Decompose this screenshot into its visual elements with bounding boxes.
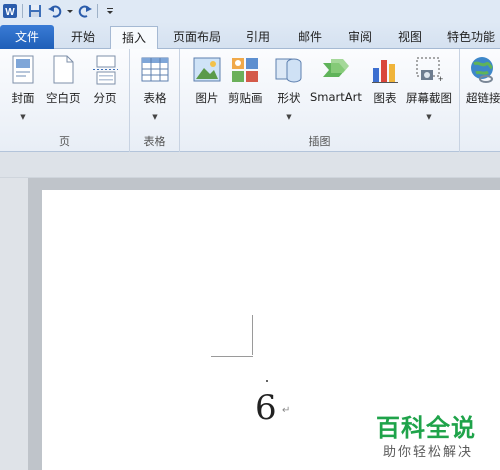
screenshot-label: 屏幕截图: [406, 91, 452, 105]
shapes-icon: [274, 55, 304, 85]
group-pages: 封面 ▼ 空白页 分页 页: [0, 49, 130, 152]
screenshot-button[interactable]: + 屏幕截图 ▼: [406, 55, 452, 121]
chart-label: 图表: [373, 91, 397, 105]
group-tables: 表格 ▼ 表格: [130, 49, 180, 152]
redo-icon[interactable]: [77, 3, 93, 19]
dropdown-arrow-icon: ▼: [152, 113, 158, 121]
clip-art-button[interactable]: 剪贴画: [228, 55, 263, 106]
smartart-icon: [321, 55, 351, 85]
tab-view[interactable]: 视图: [388, 26, 432, 49]
margin-corner-mark-vertical: [252, 315, 253, 355]
undo-icon[interactable]: [47, 3, 63, 19]
watermark-subtitle: 助你轻松解决: [383, 445, 474, 460]
picture-button[interactable]: 图片: [192, 55, 222, 106]
tab-home[interactable]: 开始: [60, 26, 106, 49]
table-button[interactable]: 表格 ▼: [140, 55, 170, 121]
tab-features[interactable]: 特色功能: [442, 26, 500, 49]
screenshot-icon: +: [414, 55, 444, 85]
svg-text:W: W: [5, 7, 15, 18]
cover-page-button[interactable]: 封面 ▼: [8, 55, 38, 121]
clip-art-icon: [230, 55, 260, 85]
tab-review[interactable]: 审阅: [338, 26, 382, 49]
page-break-label: 分页: [93, 91, 117, 105]
chart-icon: [370, 55, 400, 85]
document-text[interactable]: 6: [255, 388, 277, 428]
blank-page-label: 空白页: [46, 91, 81, 105]
page-break-button[interactable]: 分页: [90, 55, 120, 106]
text-dot: [266, 380, 268, 382]
margin-corner-mark-horizontal: [211, 356, 253, 357]
group-illustrations-label: 插图: [308, 135, 331, 148]
table-label: 表格: [143, 91, 167, 105]
table-icon: [140, 55, 170, 85]
undo-dropdown-icon[interactable]: [67, 3, 73, 19]
group-tables-label: 表格: [143, 135, 166, 148]
tab-insert[interactable]: 插入: [110, 26, 158, 50]
chart-button[interactable]: 图表: [370, 55, 400, 106]
group-links: 超链接: [460, 49, 500, 152]
tab-page-layout[interactable]: 页面布局: [164, 26, 230, 49]
globe-icon: [468, 55, 498, 85]
smartart-label: SmartArt: [310, 90, 362, 104]
qat-separator: [22, 4, 23, 18]
save-icon[interactable]: [27, 3, 43, 19]
cover-page-icon: [8, 55, 38, 85]
paragraph-mark-icon: ↵: [282, 405, 291, 416]
hyperlink-button[interactable]: 超链接: [466, 55, 500, 106]
ribbon-insert: 封面 ▼ 空白页 分页 页 表格 ▼ 表格 图片 剪贴画 形状 ▼ SmartA…: [0, 49, 500, 152]
word-app-icon[interactable]: W: [2, 3, 18, 19]
picture-label: 图片: [195, 91, 219, 105]
clip-art-label: 剪贴画: [228, 91, 263, 105]
top-strip: [0, 152, 500, 178]
smartart-button[interactable]: SmartArt: [310, 55, 362, 104]
qat-separator: [97, 4, 98, 18]
group-illustrations: 图片 剪贴画 形状 ▼ SmartArt 图表 + 屏幕截图 ▼ 插图: [180, 49, 460, 152]
dropdown-arrow-icon: ▼: [286, 113, 292, 121]
customize-icon[interactable]: [102, 3, 118, 19]
tab-mailings[interactable]: 邮件: [288, 26, 332, 49]
ribbon-tabs: 文件 开始 插入 页面布局 引用 邮件 审阅 视图 特色功能: [0, 22, 500, 50]
hyperlink-label: 超链接: [466, 91, 500, 105]
tab-references[interactable]: 引用: [236, 26, 280, 49]
page-break-icon: [90, 55, 120, 85]
dropdown-arrow-icon: ▼: [426, 113, 432, 121]
watermark-title: 百科全说: [376, 414, 476, 442]
blank-page-icon: [48, 55, 78, 85]
blank-page-button[interactable]: 空白页: [46, 55, 81, 106]
quick-access-toolbar: W: [0, 0, 500, 22]
shapes-label: 形状: [277, 91, 301, 105]
group-pages-label: 页: [59, 135, 70, 148]
cover-page-label: 封面: [11, 91, 35, 105]
svg-text:+: +: [438, 74, 443, 84]
tab-file[interactable]: 文件: [0, 25, 54, 49]
picture-icon: [192, 55, 222, 85]
shapes-button[interactable]: 形状 ▼: [274, 55, 304, 121]
dropdown-arrow-icon: ▼: [20, 113, 26, 121]
